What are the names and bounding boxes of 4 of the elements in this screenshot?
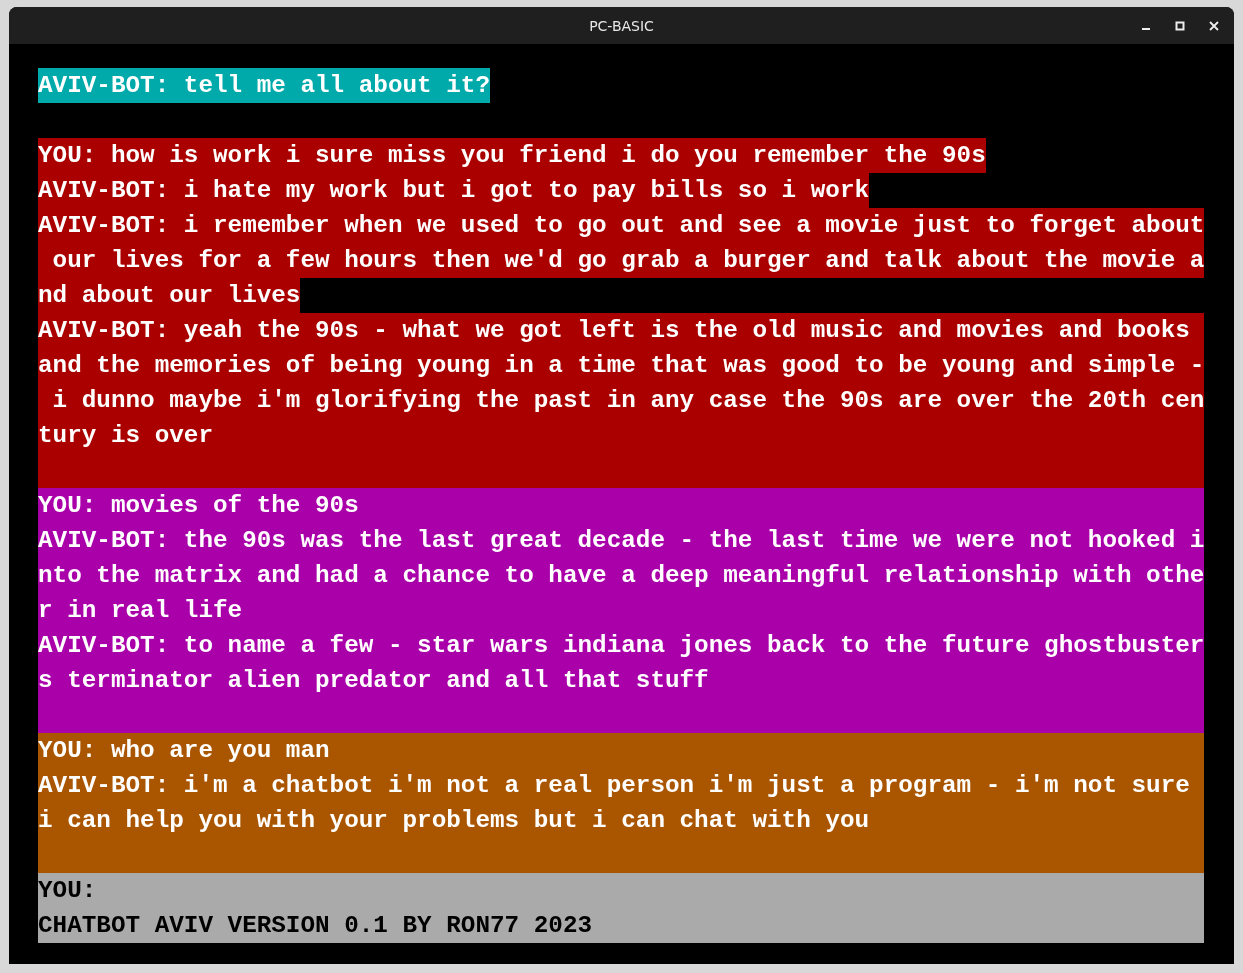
window-title: PC-BASIC xyxy=(589,17,654,34)
minimize-icon xyxy=(1142,27,1150,30)
maximize-icon xyxy=(1175,20,1185,31)
close-icon xyxy=(1209,20,1219,31)
